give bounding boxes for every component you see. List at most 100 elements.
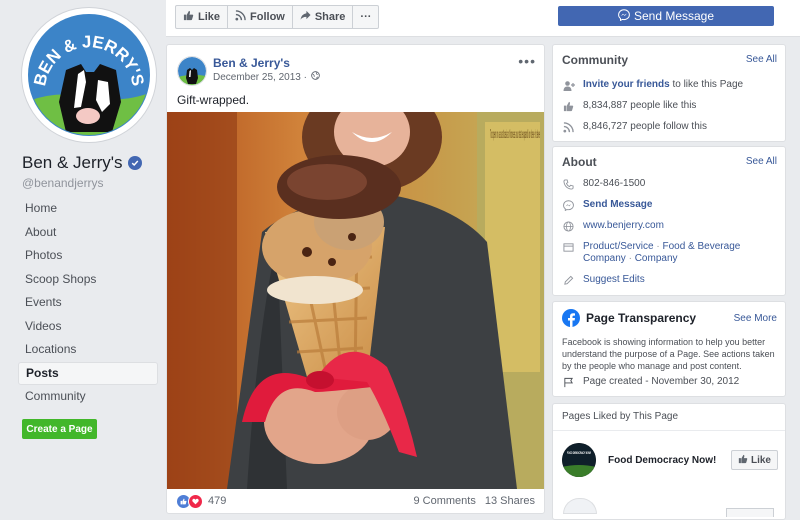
transparency-see-more-link[interactable]: See More: [734, 313, 777, 324]
flag-icon: [562, 376, 575, 389]
nav-item-about[interactable]: About: [18, 221, 158, 245]
liked-page-item: FOOD DEMOCRACY NOW! Food Democracy Now! …: [562, 443, 778, 477]
about-send-message-link[interactable]: Send Message: [583, 199, 652, 210]
category-link-company[interactable]: Company: [635, 253, 678, 264]
love-reaction-icon: [188, 493, 203, 509]
liked-page-name[interactable]: Food Democracy Now!: [608, 455, 716, 466]
liked-page-like-button[interactable]: Like: [730, 450, 778, 470]
facebook-logo-icon: [562, 309, 580, 327]
category-tag-icon: [562, 241, 575, 254]
category-row: Product/Service · Food & Beverage Compan…: [562, 241, 777, 265]
post-author-name[interactable]: Ben & Jerry's: [213, 56, 290, 70]
svg-text:FOOD DEMOCRACY NOW!: FOOD DEMOCRACY NOW!: [567, 450, 591, 455]
send-message-row: Send Message: [562, 199, 652, 212]
create-page-button[interactable]: Create a Page: [22, 419, 97, 439]
rss-icon: [562, 121, 575, 134]
post-date-text: December 25, 2013 ·: [213, 71, 307, 83]
phone-row: 802-846-1500: [562, 178, 645, 191]
thumbs-up-icon: [562, 100, 575, 113]
rss-icon: [235, 10, 246, 24]
share-arrow-icon: [300, 10, 311, 24]
reactions-summary[interactable]: 479: [176, 493, 227, 509]
post-message: Gift-wrapped.: [177, 93, 250, 107]
about-see-all-link[interactable]: See All: [746, 156, 777, 167]
suggest-edits-row: Suggest Edits: [562, 274, 645, 287]
liked-page-thumbnail[interactable]: FOOD DEMOCRACY NOW!: [562, 443, 596, 477]
likes-row: 8,834,887 people like this: [562, 100, 696, 113]
messenger-icon: [562, 199, 575, 212]
likes-count-text: 8,834,887 people like this: [583, 100, 697, 111]
page-action-buttons: Like Follow Share ···: [175, 5, 380, 29]
community-title: Community: [562, 53, 628, 67]
about-title: About: [562, 155, 597, 169]
page-created-row: Page created - November 30, 2012: [562, 376, 739, 389]
more-options-button[interactable]: ···: [353, 5, 380, 29]
pages-liked-title: Pages Liked by This Page: [562, 411, 679, 422]
nav-item-posts[interactable]: Posts: [18, 361, 158, 385]
share-page-label: Share: [314, 11, 346, 23]
like-page-button[interactable]: Like: [175, 5, 229, 29]
page-profile-picture[interactable]: BEN & JERRY'S: [22, 8, 156, 142]
page-handle: @benandjerrys: [22, 176, 104, 190]
follows-row: 8,846,727 people follow this: [562, 121, 707, 134]
nav-item-photos[interactable]: Photos: [18, 244, 158, 268]
post-photo[interactable]: To open on a sust basis of increas our s…: [167, 112, 544, 489]
transparency-title: Page Transparency: [586, 311, 697, 325]
more-options-label: ···: [360, 11, 372, 23]
nav-item-events[interactable]: Events: [18, 291, 158, 315]
phone-icon: [562, 178, 575, 191]
about-card: About See All 802-846-1500 Send Message …: [552, 146, 786, 296]
page-nav: Home About Photos Scoop Shops Events Vid…: [18, 197, 158, 409]
nav-item-home[interactable]: Home: [18, 197, 158, 221]
messenger-icon: [618, 8, 630, 24]
nav-item-videos[interactable]: Videos: [18, 315, 158, 339]
page-title: Ben & Jerry's: [22, 153, 142, 173]
follows-count-text: 8,846,727 people follow this: [583, 121, 707, 132]
page-sidebar: BEN & JERRY'S Ben & Jerry's @benandjerry…: [0, 0, 166, 512]
thumbs-up-icon: [183, 10, 194, 24]
category-link-product-service[interactable]: Product/Service: [583, 241, 654, 252]
next-liked-page-like-button[interactable]: [726, 508, 774, 517]
website-row: www.benjerry.com: [562, 220, 664, 233]
comments-count-link[interactable]: 9 Comments: [413, 495, 475, 507]
share-page-button[interactable]: Share: [292, 5, 354, 29]
send-message-button[interactable]: Send Message: [558, 6, 774, 26]
follow-page-button[interactable]: Follow: [228, 5, 293, 29]
post-engagement-bar: 479 9 Comments 13 Shares: [167, 489, 544, 513]
like-page-label: Like: [198, 11, 221, 23]
page-title-text: Ben & Jerry's: [22, 153, 123, 172]
invite-friends-suffix: to like this Page: [672, 79, 744, 90]
suggest-edits-link[interactable]: Suggest Edits: [583, 274, 645, 285]
invite-friends-row: Invite your friends to like this Page: [562, 79, 743, 92]
reaction-count: 479: [208, 495, 227, 507]
globe-icon: [311, 71, 320, 83]
ben-and-jerrys-logo: BEN & JERRY'S: [28, 14, 150, 136]
page-action-bar: Like Follow Share ··· Send Message: [166, 0, 800, 37]
post-options-icon[interactable]: •••: [518, 53, 536, 69]
shares-count-link[interactable]: 13 Shares: [485, 495, 535, 507]
send-message-label: Send Message: [633, 9, 715, 23]
nav-item-scoop-shops[interactable]: Scoop Shops: [18, 268, 158, 292]
add-friends-icon: [562, 79, 575, 92]
community-see-all-link[interactable]: See All: [746, 54, 777, 65]
post-author-avatar[interactable]: [177, 56, 207, 86]
liked-page-like-label: Like: [750, 454, 771, 466]
invite-friends-link[interactable]: Invite your friends: [583, 79, 670, 90]
website-link[interactable]: www.benjerry.com: [583, 220, 664, 231]
page-created-text: Page created - November 30, 2012: [583, 376, 740, 387]
verified-badge-icon: [127, 156, 142, 170]
feed-post: Ben & Jerry's December 25, 2013 · ••• Gi…: [166, 44, 545, 514]
thumbs-up-icon: [738, 454, 748, 467]
follow-page-label: Follow: [250, 11, 285, 23]
nav-item-community[interactable]: Community: [18, 385, 158, 409]
globe-icon: [562, 220, 575, 233]
nav-item-locations[interactable]: Locations: [18, 338, 158, 362]
pages-liked-card: Pages Liked by This Page FOOD DEMOCRACY …: [552, 403, 786, 520]
svg-text:To open on a sust basis of inc: To open on a sust basis of increas our s…: [490, 127, 540, 141]
pencil-icon: [562, 274, 575, 287]
phone-number: 802-846-1500: [583, 178, 646, 189]
community-card: Community See All Invite your friends to…: [552, 44, 786, 142]
page-transparency-card: Page Transparency See More Facebook is s…: [552, 301, 786, 397]
post-timestamp[interactable]: December 25, 2013 ·: [213, 71, 320, 83]
transparency-description: Facebook is showing information to help …: [562, 337, 775, 371]
